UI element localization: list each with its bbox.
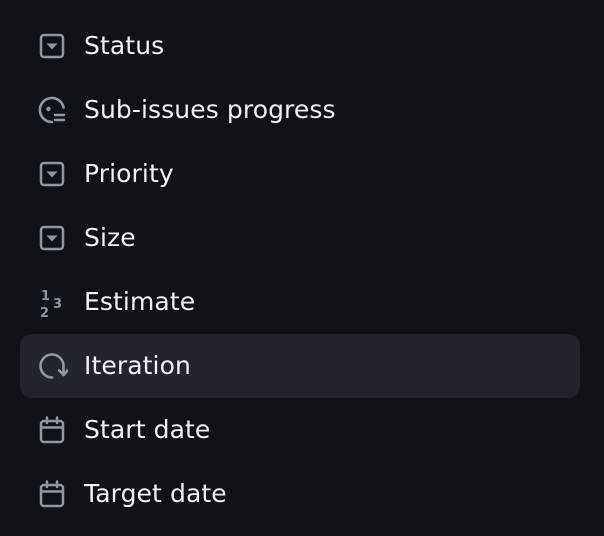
menu-item-label: Iteration xyxy=(84,351,191,380)
menu-item-estimate[interactable]: 1 2 3 Estimate xyxy=(20,270,580,334)
menu-item-size[interactable]: Size xyxy=(20,206,580,270)
menu-item-start-date[interactable]: Start date xyxy=(20,398,580,462)
menu-item-label: Status xyxy=(84,31,165,60)
menu-item-label: Sub-issues progress xyxy=(84,95,336,124)
menu-item-priority[interactable]: Priority xyxy=(20,142,580,206)
menu-item-label: Start date xyxy=(84,415,211,444)
calendar-icon xyxy=(36,414,68,446)
field-type-menu: Status Sub-issues progress Priority Size… xyxy=(0,0,604,536)
single-select-icon xyxy=(36,222,68,254)
menu-item-iteration[interactable]: Iteration xyxy=(20,334,580,398)
number-icon: 1 2 3 xyxy=(36,286,68,318)
menu-item-label: Priority xyxy=(84,159,174,188)
menu-item-status[interactable]: Status xyxy=(20,14,580,78)
svg-text:2: 2 xyxy=(40,306,49,318)
iteration-icon xyxy=(36,350,68,382)
svg-text:1: 1 xyxy=(41,289,50,304)
menu-item-label: Target date xyxy=(84,479,227,508)
single-select-icon xyxy=(36,158,68,190)
menu-item-target-date[interactable]: Target date xyxy=(20,462,580,526)
calendar-icon xyxy=(36,478,68,510)
menu-item-sub-issues-progress[interactable]: Sub-issues progress xyxy=(20,78,580,142)
single-select-icon xyxy=(36,30,68,62)
progress-icon xyxy=(36,94,68,126)
menu-item-label: Estimate xyxy=(84,287,196,316)
svg-text:3: 3 xyxy=(53,297,62,312)
menu-item-label: Size xyxy=(84,223,136,252)
